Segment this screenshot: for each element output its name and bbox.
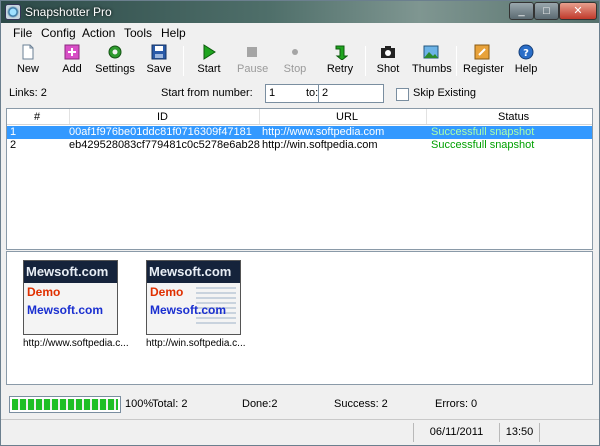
register-button[interactable]: Register: [463, 44, 504, 78]
column-divider[interactable]: [426, 109, 427, 124]
shot-button[interactable]: Shot: [375, 44, 401, 78]
thumbnail-image[interactable]: Mewsoft.com Demo Mewsoft.com: [146, 260, 241, 335]
help-question-icon: ?: [518, 44, 534, 60]
range-options: Links: 2 Start from number: 1 to: 2 Skip…: [1, 80, 599, 106]
row-number: 1: [10, 126, 17, 138]
gear-icon: [107, 44, 123, 60]
play-icon: [201, 44, 217, 60]
col-url-header[interactable]: URL: [336, 111, 358, 123]
toolbar: New Add Settings Save Start Pause Stop R…: [1, 42, 599, 80]
menu-action[interactable]: Action: [82, 26, 115, 40]
menu-bar: File Config Action Tools Help: [1, 23, 599, 42]
thumbnail-image[interactable]: Mewsoft.com Demo Mewsoft.com: [23, 260, 118, 335]
app-window: Snapshotter Pro _ □ ✕ File Config Action…: [0, 0, 600, 446]
thumbnail-caption: http://win.softpedia.c...: [146, 338, 246, 349]
links-table: # ID URL Status 1 00af1f976be01ddc81f071…: [6, 108, 593, 250]
progress-row: 100% Total: 2 Done:2 Success: 2 Errors: …: [1, 392, 599, 416]
settings-button[interactable]: Settings: [95, 44, 135, 78]
start-from-label: Start from number:: [161, 87, 253, 99]
table-header: # ID URL Status: [7, 109, 592, 125]
menu-help[interactable]: Help: [161, 26, 186, 40]
close-button[interactable]: ✕: [559, 2, 597, 20]
thumbnail-brand: Mewsoft.com: [24, 261, 117, 283]
save-button[interactable]: Save: [146, 44, 172, 78]
key-register-icon: [474, 44, 490, 60]
menu-file[interactable]: File: [13, 26, 32, 40]
maximize-button[interactable]: □: [534, 2, 559, 20]
links-count: Links: 2: [9, 87, 47, 99]
row-status: Successfull snapshot: [431, 126, 535, 138]
toolbar-separator: [365, 46, 366, 76]
status-empty-pane: [539, 423, 597, 442]
progress-percent: 100%: [125, 398, 154, 410]
column-divider[interactable]: [69, 109, 70, 124]
thumbnail-demo-watermark: Demo: [27, 285, 61, 299]
retry-button[interactable]: Retry: [325, 44, 355, 78]
to-input[interactable]: 2: [318, 84, 384, 103]
thumbnails-pane: Mewsoft.com Demo Mewsoft.com http://www.…: [6, 251, 593, 385]
help-button[interactable]: ? Help: [513, 44, 539, 78]
menu-config[interactable]: Config: [41, 26, 76, 40]
column-divider[interactable]: [259, 109, 260, 124]
status-bar: 06/11/2011 13:50: [1, 419, 599, 445]
stop-dot-icon: [287, 44, 303, 60]
thumbnail-brand-watermark: Mewsoft.com: [150, 303, 227, 317]
progress-bar: [9, 396, 121, 413]
picture-icon: [423, 44, 439, 60]
window-title: Snapshotter Pro: [25, 5, 112, 19]
new-button[interactable]: New: [13, 44, 43, 78]
floppy-disk-icon: [151, 44, 167, 60]
col-status-header[interactable]: Status: [498, 111, 529, 123]
errors-count: Errors: 0: [435, 398, 478, 410]
status-date: 06/11/2011: [413, 423, 499, 442]
thumbnail-brand-watermark: Mewsoft.com: [27, 303, 104, 317]
thumbnail-demo-watermark: Demo: [150, 285, 184, 299]
retry-arrow-icon: [332, 44, 349, 61]
total-count: Total: 2: [152, 398, 188, 410]
menu-tools[interactable]: Tools: [124, 26, 152, 40]
success-count: Success: 2: [334, 398, 388, 410]
skip-existing-checkbox[interactable]: [396, 88, 409, 101]
start-button[interactable]: Start: [195, 44, 223, 78]
row-id: eb429528083cf779481c0c5278e6ab28: [69, 139, 260, 151]
thumbnail-brand: Mewsoft.com: [147, 261, 240, 283]
row-url: http://www.softpedia.com: [262, 126, 385, 138]
svg-text:?: ?: [523, 48, 529, 59]
col-id-header[interactable]: ID: [157, 111, 168, 123]
app-camera-icon: [5, 4, 21, 20]
thumbs-button[interactable]: Thumbs: [412, 44, 452, 78]
row-url: http://win.softpedia.com: [262, 139, 378, 151]
add-plus-icon: [64, 44, 80, 60]
new-document-icon: [20, 44, 36, 60]
minimize-button[interactable]: _: [509, 2, 534, 20]
title-bar[interactable]: Snapshotter Pro _ □ ✕: [1, 1, 599, 23]
toolbar-separator: [456, 46, 457, 76]
progress-fill: [12, 399, 118, 410]
table-row[interactable]: 2 eb429528083cf779481c0c5278e6ab28 http:…: [7, 139, 592, 152]
thumbnail-caption: http://www.softpedia.c...: [23, 338, 129, 349]
row-status: Successfull snapshot: [431, 139, 535, 151]
add-button[interactable]: Add: [57, 44, 87, 78]
table-row[interactable]: 1 00af1f976be01ddc81f0716309f47181 http:…: [7, 126, 592, 139]
row-number: 2: [10, 139, 17, 151]
done-count: Done:2: [242, 398, 278, 410]
skip-existing-label: Skip Existing: [413, 87, 476, 99]
col-number-header[interactable]: #: [34, 111, 40, 123]
pause-button[interactable]: Pause: [237, 44, 268, 78]
row-id: 00af1f976be01ddc81f0716309f47181: [69, 126, 252, 138]
stop-button[interactable]: Stop: [283, 44, 307, 78]
pause-stop-square-icon: [244, 44, 260, 60]
toolbar-separator: [183, 46, 184, 76]
to-label: to:: [306, 87, 319, 99]
status-time: 13:50: [499, 423, 539, 442]
camera-icon: [380, 44, 396, 60]
